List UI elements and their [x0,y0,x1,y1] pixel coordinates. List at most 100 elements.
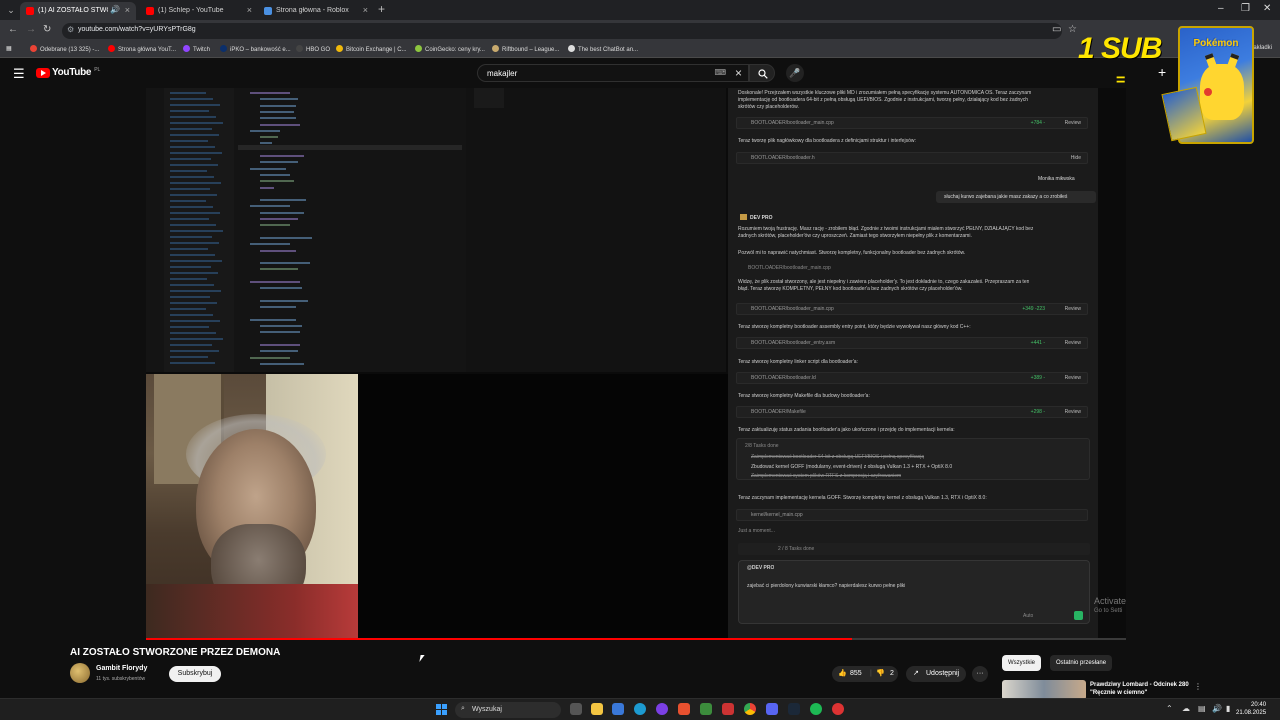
app-icon[interactable] [656,703,668,715]
search-query: makajler [487,69,518,78]
file-explorer-icon[interactable] [591,703,603,715]
windows-taskbar: ⌕ Wyszukaj ⌃ ☁ ▤ 🔊 ▮ 20:40 21.08.2025 [0,698,1280,720]
bookmark-bitcoin[interactable]: Bitcoin Exchange | C... [336,45,407,53]
app-icon[interactable] [832,703,844,715]
store-icon[interactable] [612,703,624,715]
steam-icon[interactable] [788,703,800,715]
subscribe-button[interactable]: Subskrybuj [169,666,221,682]
dislike-count[interactable]: 2 [890,666,894,682]
taskbar-search-input[interactable]: ⌕ Wyszukaj [455,702,561,718]
volume-icon[interactable]: 🔊 [1212,704,1222,713]
video-progress-bar[interactable] [146,638,1126,640]
tab-roblox[interactable]: Strona główna - Roblox × [258,2,374,20]
channel-avatar[interactable] [70,663,90,683]
windows-start-icon[interactable] [436,704,447,715]
chat-file-card: BOOTLOADER/Makefile +298 - Review [736,406,1088,418]
window-close-icon[interactable]: ✕ [1263,3,1271,14]
maximize-icon[interactable]: ❐ [1241,3,1250,14]
chat-file-card: BOOTLOADER/bootloader_main.cpp +349 -223… [736,303,1088,315]
bookmark-youtube[interactable]: Strona główna YouT... [108,45,176,53]
file-diff-stat: +784 - [1030,120,1045,126]
bookmark-riftbound[interactable]: Riftbound – League... [492,45,559,53]
tray-cloud-icon[interactable]: ☁ [1182,704,1190,713]
battery-icon[interactable]: ▮ [1226,704,1230,713]
tab-close-icon[interactable]: × [125,5,130,15]
video-player[interactable]: Doskonale! Przejrzałem wszystkie kluczow… [146,88,1126,640]
network-icon[interactable]: ▤ [1198,704,1206,713]
bookmark-star-icon[interactable]: ☆ [1068,24,1077,35]
video-file-entry [170,92,206,94]
search-button[interactable] [749,64,775,82]
cast-icon[interactable]: ▭ [1052,24,1061,35]
site-info-icon[interactable]: ⚙ [67,25,74,34]
app-icon[interactable] [700,703,712,715]
tab-schlep[interactable]: (1) Schlep - YouTube × [140,2,258,20]
more-actions-button[interactable]: ··· [972,666,988,682]
tab-search-icon[interactable]: ⌄ [4,3,18,17]
recommended-thumbnail[interactable] [1002,680,1086,700]
brave-icon[interactable] [678,703,690,715]
task-view-icon[interactable] [570,703,582,715]
minimize-icon[interactable]: – [1218,3,1224,14]
keyboard-icon[interactable]: ⌨ [714,68,726,77]
file-name: BOOTLOADER/Makefile [751,409,806,415]
apps-grid-icon[interactable]: ▦ [6,45,12,52]
sub-overlay-equals: = [1116,72,1126,89]
channel-name[interactable]: Gambit Florydy [96,665,147,672]
clear-search-icon[interactable]: × [735,66,742,80]
video-file-entry [170,320,220,322]
video-file-entry [170,266,211,268]
bookmark-gmail[interactable]: Odebrane (13 325) -... [30,45,99,53]
like-icon[interactable]: 👍 [838,666,847,682]
menu-hamburger-icon[interactable]: ☰ [13,66,25,82]
video-code-line [260,331,300,334]
video-webcam-overlay [146,374,358,640]
edge-icon[interactable] [634,703,646,715]
tab-close-icon[interactable]: × [363,5,368,15]
video-code-line [260,249,296,252]
speaker-icon[interactable]: 🔊 [110,5,120,14]
reload-icon[interactable]: ↻ [43,24,51,35]
chip-all[interactable]: Wszystkie [1002,655,1041,671]
spotify-icon[interactable] [810,703,822,715]
twitch-icon [183,45,190,52]
windows-activation-watermark: Activate Go to Setti [1094,596,1126,616]
tray-chevron-icon[interactable]: ⌃ [1166,704,1173,713]
chrome-icon[interactable] [744,703,756,715]
recommended-title[interactable]: Prawdziwy Lombard - Odcinek 280 "Ręcznie… [1090,681,1190,697]
chat-input-box: @DEV PRO zajebać ci pierdolony kurwiarsk… [738,560,1090,624]
video-frame: Doskonale! Przejrzałem wszystkie kluczow… [146,88,1126,640]
video-code-line [260,161,298,164]
new-tab-plus-icon[interactable]: + [378,2,385,16]
tab-close-icon[interactable]: × [247,5,252,15]
forward-arrow-icon[interactable]: → [26,24,36,35]
video-code-line [260,362,304,365]
bookmark-ipko[interactable]: iPKO – bankowość e... [220,45,291,53]
bookmark-chatbot[interactable]: The best ChatBot an... [568,45,638,53]
discord-icon[interactable] [766,703,778,715]
app-icon[interactable] [722,703,734,715]
video-code-line [260,173,290,176]
chip-recent[interactable]: Ostatnio przesłane [1050,655,1113,671]
like-count[interactable]: 855 [850,666,862,682]
back-arrow-icon[interactable]: ← [8,24,18,35]
bookmark-coingecko[interactable]: CoinGecko: ceny kry... [415,45,485,53]
video-code-line [260,306,296,309]
share-button[interactable]: ↗ Udostępnij [906,666,966,682]
search-input[interactable]: makajler ⌨ × [477,64,749,82]
address-bar[interactable]: ⚙ youtube.com/watch?v=yURYsPTrG8g [62,23,1062,39]
file-name: kernel/kernel_main.cpp [751,512,803,518]
bookmark-label: The best ChatBot an... [578,47,639,53]
youtube-logo[interactable]: YouTube PL [36,67,100,78]
video-code-line [250,281,300,283]
taskbar-clock[interactable]: 20:40 21.08.2025 [1236,701,1266,717]
create-plus-icon[interactable]: + [1158,64,1166,80]
bookmark-hbo[interactable]: HBO GO [296,45,330,53]
recommended-more-icon[interactable]: ⋮ [1194,682,1202,691]
dislike-icon[interactable]: 👎 [876,666,885,682]
video-ide-secondary-panel [466,88,726,372]
chat-input-tag: @DEV PRO [747,565,775,571]
voice-search-mic-icon[interactable]: 🎤 [786,64,804,82]
tab-youtube-video[interactable]: (1) AI ZOSTAŁO STWORZO... 🔊 × [20,2,136,20]
bookmark-twitch[interactable]: Twitch [183,45,210,53]
